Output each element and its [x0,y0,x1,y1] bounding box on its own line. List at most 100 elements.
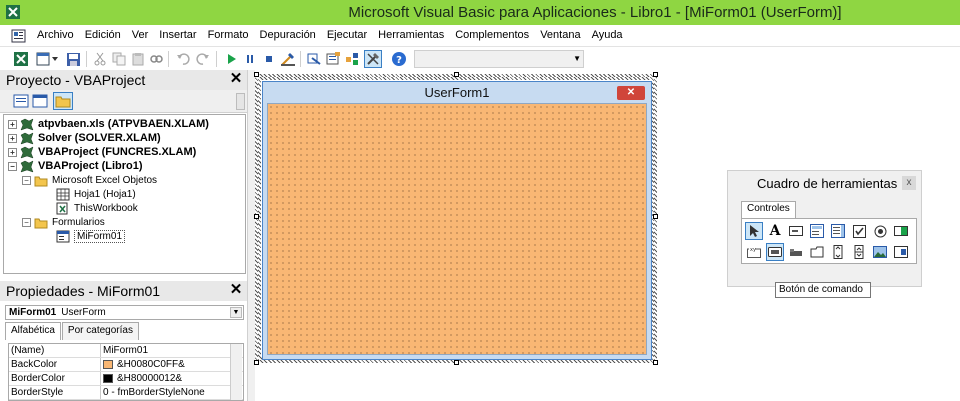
tree-item-miform01[interactable]: MiForm01 [56,229,126,243]
listbox-tool-icon[interactable] [829,222,847,240]
project-explorer-icon[interactable] [305,50,323,68]
resize-handle[interactable] [454,72,459,77]
tabstrip-tool-icon[interactable] [787,243,805,261]
toolbox-window[interactable]: Cuadro de herramientas x Controles A xy [727,170,922,287]
expander-icon[interactable]: + [8,133,17,143]
menu-formato[interactable]: Formato [208,29,249,41]
toolbox-icon[interactable] [364,50,382,68]
resize-handle[interactable] [653,72,658,77]
userform-window[interactable]: UserForm1 ✕ [262,81,652,360]
tree-item-excel-objects[interactable]: − Microsoft Excel Objetos [22,173,157,187]
properties-tabs: Alfabética Por categorías [5,322,140,340]
menu-edicion[interactable]: Edición [85,29,121,41]
property-row[interactable]: BorderColor &H80000012& [9,372,243,386]
resize-handle[interactable] [254,72,259,77]
chevron-down-icon[interactable] [50,50,60,68]
image-tool-icon[interactable] [871,243,889,261]
property-value[interactable]: 0 - fmBorderStyleNone [103,386,205,399]
expander-icon[interactable]: − [22,175,31,185]
expander-icon[interactable]: + [8,147,17,157]
undo-icon[interactable] [174,50,192,68]
menu-ejecutar[interactable]: Ejecutar [327,29,367,41]
vba-system-menu-icon[interactable] [11,29,26,43]
design-mode-icon[interactable] [279,50,297,68]
menu-ver[interactable]: Ver [132,29,149,41]
workbook-icon [56,202,68,214]
object-browser-icon[interactable] [343,50,361,68]
refedit-tool-icon[interactable] [892,243,910,261]
splitter[interactable] [247,70,255,401]
run-icon[interactable] [222,50,240,68]
redo-icon[interactable] [194,50,212,68]
multipage-tool-icon[interactable] [808,243,826,261]
cut-icon[interactable] [91,50,109,68]
tree-label: VBAProject (Libro1) [38,160,143,172]
frame-tool-icon[interactable]: xy [745,243,763,261]
option-button-tool-icon[interactable] [871,222,889,240]
combobox-tool-icon[interactable] [808,222,826,240]
toolbox-close-icon[interactable]: x [902,176,916,190]
resize-handle[interactable] [254,360,259,365]
userform-close-icon[interactable]: ✕ [617,86,645,100]
project-close-icon[interactable]: ✕ [229,71,243,87]
tree-label-selected: MiForm01 [74,229,126,243]
property-value[interactable]: MiForm01 [103,344,148,357]
property-value[interactable]: &H80000012& [117,372,182,385]
stop-icon[interactable] [260,50,278,68]
tab-por-categorias[interactable]: Por categorías [61,322,139,340]
expander-icon[interactable]: − [22,217,31,227]
tree-item-thisworkbook[interactable]: ThisWorkbook [56,201,138,215]
chevron-down-icon[interactable]: ▼ [230,307,242,318]
properties-close-icon[interactable]: ✕ [229,282,243,298]
toggle-folders-icon[interactable] [53,92,73,110]
menu-complementos[interactable]: Complementos [455,29,529,41]
chevron-down-icon[interactable]: ▼ [573,54,581,63]
select-pointer-icon[interactable] [745,222,763,240]
textbox-tool-icon[interactable] [787,222,805,240]
menu-depuracion[interactable]: Depuración [260,29,316,41]
tab-alfabetica[interactable]: Alfabética [5,322,61,340]
label-tool-icon[interactable]: A [766,222,784,240]
object-selector[interactable]: MiForm01 UserForm ▼ [5,305,244,320]
menu-insertar[interactable]: Insertar [159,29,196,41]
paste-icon[interactable] [129,50,147,68]
excel-icon[interactable] [12,50,30,68]
property-value[interactable]: &H0080C0FF& [117,358,185,371]
menu-ventana[interactable]: Ventana [540,29,580,41]
copy-icon[interactable] [110,50,128,68]
property-row[interactable]: BackColor &H0080C0FF& [9,358,243,372]
spinbutton-tool-icon[interactable] [850,243,868,261]
menu-herramientas[interactable]: Herramientas [378,29,444,41]
save-icon[interactable] [64,50,82,68]
tab-controles[interactable]: Controles [741,201,796,218]
resize-handle[interactable] [653,214,658,219]
toggle-button-tool-icon[interactable] [892,222,910,240]
view-code-icon[interactable] [12,93,30,109]
resize-handle[interactable] [254,214,259,219]
property-row[interactable]: BorderStyle 0 - fmBorderStyleNone [9,386,243,400]
scrollbar-tool-icon[interactable] [829,243,847,261]
tree-item-atpvbaen[interactable]: + atpvbaen.xls (ATPVBAEN.XLAM) [8,117,209,131]
properties-icon[interactable] [324,50,342,68]
tree-item-formularios[interactable]: − Formularios [22,215,105,229]
resize-handle[interactable] [653,360,658,365]
find-icon[interactable] [147,50,165,68]
expander-icon[interactable]: + [8,119,17,129]
command-button-tool-icon[interactable] [766,243,784,261]
checkbox-tool-icon[interactable] [850,222,868,240]
resize-handle[interactable] [454,360,459,365]
view-object-icon[interactable] [31,93,49,109]
menu-archivo[interactable]: Archivo [37,29,74,41]
tree-item-solver[interactable]: + Solver (SOLVER.XLAM) [8,131,161,145]
pause-icon[interactable] [241,50,259,68]
tree-item-hoja1[interactable]: Hoja1 (Hoja1) [56,187,136,201]
project-toolbar-scroll[interactable] [236,93,245,110]
userform-body[interactable] [267,103,647,355]
property-row[interactable]: (Name) MiForm01 [9,344,243,358]
menu-ayuda[interactable]: Ayuda [592,29,623,41]
tree-item-libro1[interactable]: − VBAProject (Libro1) [8,159,143,173]
tree-item-funcres[interactable]: + VBAProject (FUNCRES.XLAM) [8,145,196,159]
help-icon[interactable]: ? [390,50,408,68]
properties-scrollbar[interactable] [230,344,242,400]
expander-icon[interactable]: − [8,161,17,171]
